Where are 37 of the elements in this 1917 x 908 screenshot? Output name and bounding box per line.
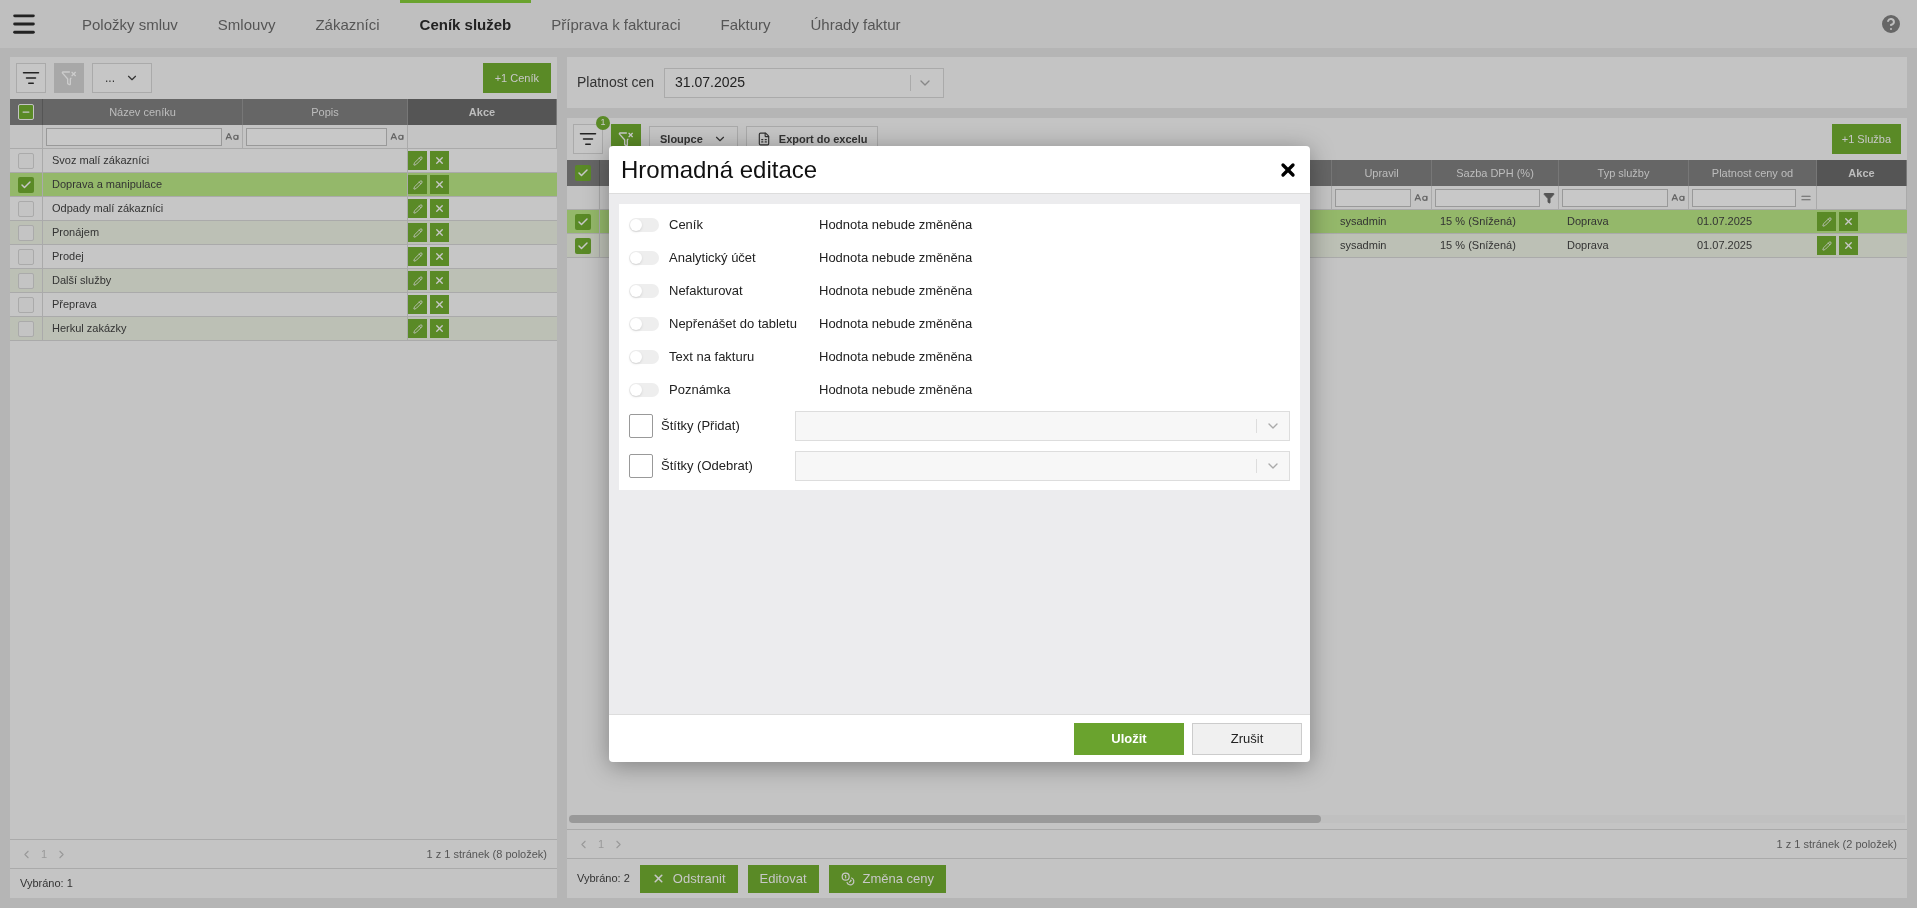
field-label: Nefakturovat <box>669 281 744 300</box>
field-value: Hodnota nebude změněna <box>819 281 973 300</box>
table-cell-text: Herkul zakázky <box>52 321 127 337</box>
selected-count: Vybráno: 1 <box>20 876 73 892</box>
field-label: Platnost cen <box>577 73 655 92</box>
field-label: Štítky (Přidat) <box>661 417 741 436</box>
field-label: Text na fakturu <box>669 347 756 366</box>
table-cell-text: Svoz malí zákazníci <box>52 153 150 169</box>
pager-summary: 1 z 1 stránek (2 položek) <box>1776 836 1897 852</box>
table-cell-text: 01.07.2025 <box>1697 214 1753 230</box>
pager-summary: 1 z 1 stránek (8 položek) <box>426 846 547 862</box>
field-value: Hodnota nebude změněna <box>819 215 973 234</box>
selected-count: Vybráno: 2 <box>577 871 630 887</box>
dialog-title: Hromadná editace <box>621 154 818 185</box>
table-cell-text: Přeprava <box>52 297 97 313</box>
table-cell-text: Doprava <box>1567 238 1609 254</box>
table-cell-text: Doprava a manipulace <box>52 177 163 193</box>
field-value: Hodnota nebude změněna <box>819 347 973 366</box>
table-cell-text: sysadmin <box>1340 238 1387 254</box>
table-cell-text: 15 % (Snížená) <box>1440 238 1516 254</box>
table-cell-text: Odpady malí zákazníci <box>52 201 164 217</box>
field-label: Analytický účet <box>669 248 757 267</box>
field-value: Hodnota nebude změněna <box>819 248 973 267</box>
filter-count-badge: 1 <box>596 116 610 130</box>
field-label: Ceník <box>669 215 704 234</box>
table-cell-text: Pronájem <box>52 225 100 241</box>
field-label: Štítky (Odebrat) <box>661 457 754 476</box>
table-cell-text: 01.07.2025 <box>1697 238 1753 254</box>
table-cell-text: 15 % (Snížená) <box>1440 214 1516 230</box>
table-cell-text: Prodej <box>52 249 84 265</box>
table-cell-text: sysadmin <box>1340 214 1387 230</box>
field-value: Hodnota nebude změněna <box>819 380 973 399</box>
field-value: Hodnota nebude změněna <box>819 314 973 333</box>
table-cell-text: Další služby <box>52 273 112 289</box>
table-cell-text: Doprava <box>1567 214 1609 230</box>
field-label: Poznámka <box>669 380 732 399</box>
field-label: Nepřenášet do tabletu <box>669 314 798 333</box>
